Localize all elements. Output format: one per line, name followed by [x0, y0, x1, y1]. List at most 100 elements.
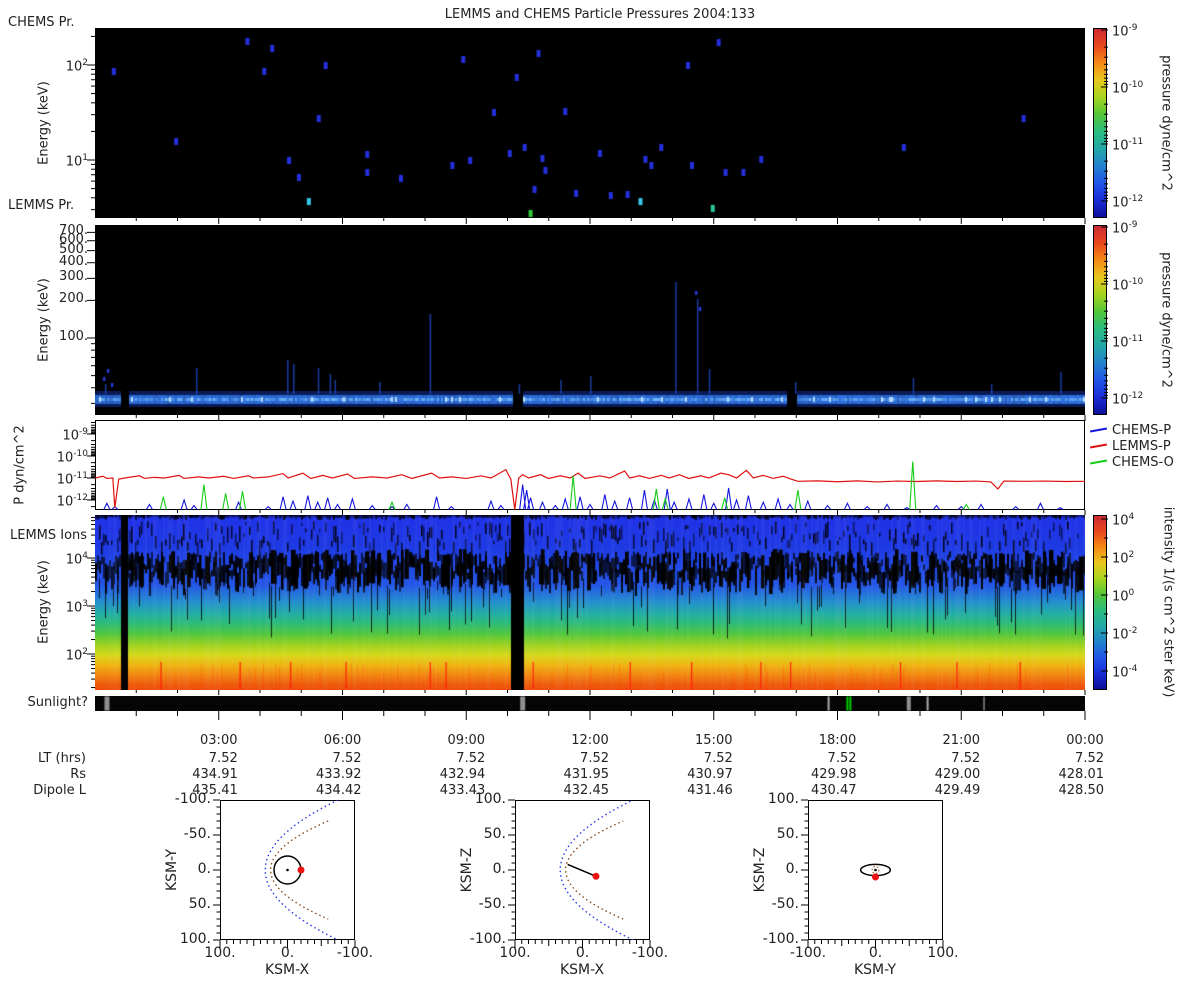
panel1-label: CHEMS Pr.: [8, 15, 75, 30]
orbit3-xlabel: KSM-Y: [853, 962, 897, 978]
colorbar2-label: pressure dyne/cm^2: [1158, 252, 1174, 388]
time-tick-label: 09:00: [447, 733, 485, 748]
orbit-plot-ksmy-ksmz: [808, 800, 943, 940]
row-label: Dipole L: [33, 783, 86, 798]
row-label: Rs: [70, 767, 86, 782]
power-tick-label: 10-2: [1112, 626, 1138, 643]
chems-pressure-spectrogram: [95, 28, 1085, 218]
colorbar3-label: intensity 1/(s cm^2 ster keV): [1160, 506, 1176, 698]
power-tick-label: 10-10: [56, 449, 88, 466]
y-tick-label: 400.: [59, 253, 88, 269]
time-tick-label: 15:00: [695, 733, 733, 748]
colorbar1-label: pressure dyne/cm^2: [1158, 55, 1174, 191]
row-value: 428.50: [1058, 783, 1105, 798]
panel3-ylabel: P dyn/cm^2: [12, 425, 28, 505]
power-tick-label: 103: [65, 599, 88, 616]
orbit-y-tick-label: -50.: [771, 896, 799, 912]
row-value: 429.00: [934, 767, 981, 782]
row-value: 428.01: [1058, 767, 1105, 782]
row-value: 7.52: [951, 751, 981, 766]
row-value: 431.95: [563, 767, 610, 782]
power-tick-label: 10-11: [56, 471, 88, 488]
power-tick-label: 10-12: [1112, 391, 1144, 408]
row-value: 430.97: [687, 767, 733, 782]
time-tick-label: 06:00: [323, 733, 362, 748]
legend-line-swatch: [1089, 459, 1108, 465]
orbit3-ylabel: KSM-Z: [752, 847, 768, 893]
colorbar-pressure-top: [1093, 28, 1107, 218]
power-tick-label: 10-10: [1112, 80, 1144, 97]
orbit-y-tick-label: 100.: [767, 791, 799, 807]
y-tick-label: 200.: [59, 291, 88, 307]
power-tick-label: 104: [1112, 512, 1135, 529]
sunlight-bar: [95, 696, 1085, 711]
pressure-lineplot: [95, 420, 1085, 510]
power-tick-label: 102: [65, 58, 88, 75]
orbit-y-tick-label: 0.: [197, 861, 211, 877]
orbit-x-tick-label: 0.: [280, 945, 295, 961]
row-value: 434.42: [316, 783, 362, 798]
row-value: 7.52: [580, 751, 609, 766]
power-tick-label: 100: [1112, 588, 1135, 605]
orbit-x-tick-label: 0.: [575, 945, 590, 961]
row-value: 429.49: [934, 783, 981, 798]
row-value: 429.98: [811, 767, 857, 782]
legend-line-swatch: [1089, 443, 1108, 449]
figure: LEMMS and CHEMS Particle Pressures 2004:…: [0, 0, 1200, 1000]
power-tick-label: 101: [65, 153, 88, 170]
time-tick-label: 21:00: [942, 733, 980, 748]
time-tick-label: 12:00: [571, 733, 609, 748]
time-tick-label: 00:00: [1066, 733, 1104, 748]
panel2-ylabel: Energy (keV): [36, 278, 52, 362]
orbit2-xlabel: KSM-X: [559, 962, 605, 978]
y-tick-label: 100.: [59, 329, 88, 344]
legend-label: CHEMS-P: [1112, 423, 1172, 438]
power-tick-label: 102: [65, 647, 88, 664]
power-tick-label: 10-4: [1112, 664, 1138, 681]
time-tick-label: 03:00: [200, 733, 238, 748]
orbit-x-tick-label: -100.: [631, 945, 669, 961]
row-value: 7.52: [456, 751, 486, 766]
power-tick-label: 10-9: [1112, 23, 1138, 40]
row-value: 433.92: [316, 767, 362, 782]
lemms-ions-spectrogram: [95, 515, 1085, 690]
orbit-x-tick-label: 100.: [499, 945, 531, 961]
orbit-y-tick-label: 0.: [785, 861, 799, 877]
orbit-y-tick-label: 100.: [474, 791, 506, 807]
orbit-y-tick-label: -50.: [183, 826, 211, 842]
orbit1-xlabel: KSM-X: [264, 962, 310, 978]
orbit-x-tick-label: -100.: [789, 945, 827, 961]
orbit-y-tick-label: 50.: [776, 826, 799, 842]
power-tick-label: 10-11: [1112, 137, 1144, 154]
legend-label: LEMMS-P: [1112, 439, 1171, 454]
orbit-y-tick-label: -100.: [174, 791, 211, 807]
power-tick-label: 102: [1112, 550, 1135, 567]
row-value: 7.52: [703, 751, 733, 766]
power-tick-label: 10-12: [1112, 194, 1144, 211]
lemms-pressure-spectrogram: [95, 225, 1085, 415]
orbit-plot-ksmx-ksmz: [515, 800, 650, 940]
orbit-y-tick-label: -100.: [469, 931, 506, 947]
orbit-y-tick-label: -50.: [478, 896, 506, 912]
orbit-y-tick-label: 50.: [483, 826, 506, 842]
colorbar-pressure-mid: [1093, 225, 1107, 415]
row-value: 431.46: [687, 783, 733, 798]
orbit-x-tick-label: 100.: [927, 945, 959, 961]
orbit-x-tick-label: -100.: [336, 945, 374, 961]
panel4-label: LEMMS Ions: [10, 528, 88, 543]
panel2-label: LEMMS Pr.: [8, 198, 75, 213]
time-tick-label: 18:00: [818, 733, 857, 748]
power-tick-label: 10-11: [1112, 334, 1144, 351]
figure-title: LEMMS and CHEMS Particle Pressures 2004:…: [444, 7, 756, 22]
legend-item: CHEMS-O: [1089, 455, 1174, 470]
power-tick-label: 10-9: [62, 427, 88, 444]
power-tick-label: 10-12: [56, 493, 88, 510]
orbit1-ylabel: KSM-Y: [164, 848, 180, 892]
orbit-y-tick-label: 0.: [492, 861, 506, 877]
orbit-y-tick-label: -100.: [762, 931, 799, 947]
y-tick-label: 300.: [59, 269, 88, 285]
row-value: 7.52: [208, 751, 238, 766]
row-value: 434.91: [192, 767, 238, 782]
power-tick-label: 10-9: [1112, 220, 1138, 237]
orbit-x-tick-label: 100.: [204, 945, 236, 961]
